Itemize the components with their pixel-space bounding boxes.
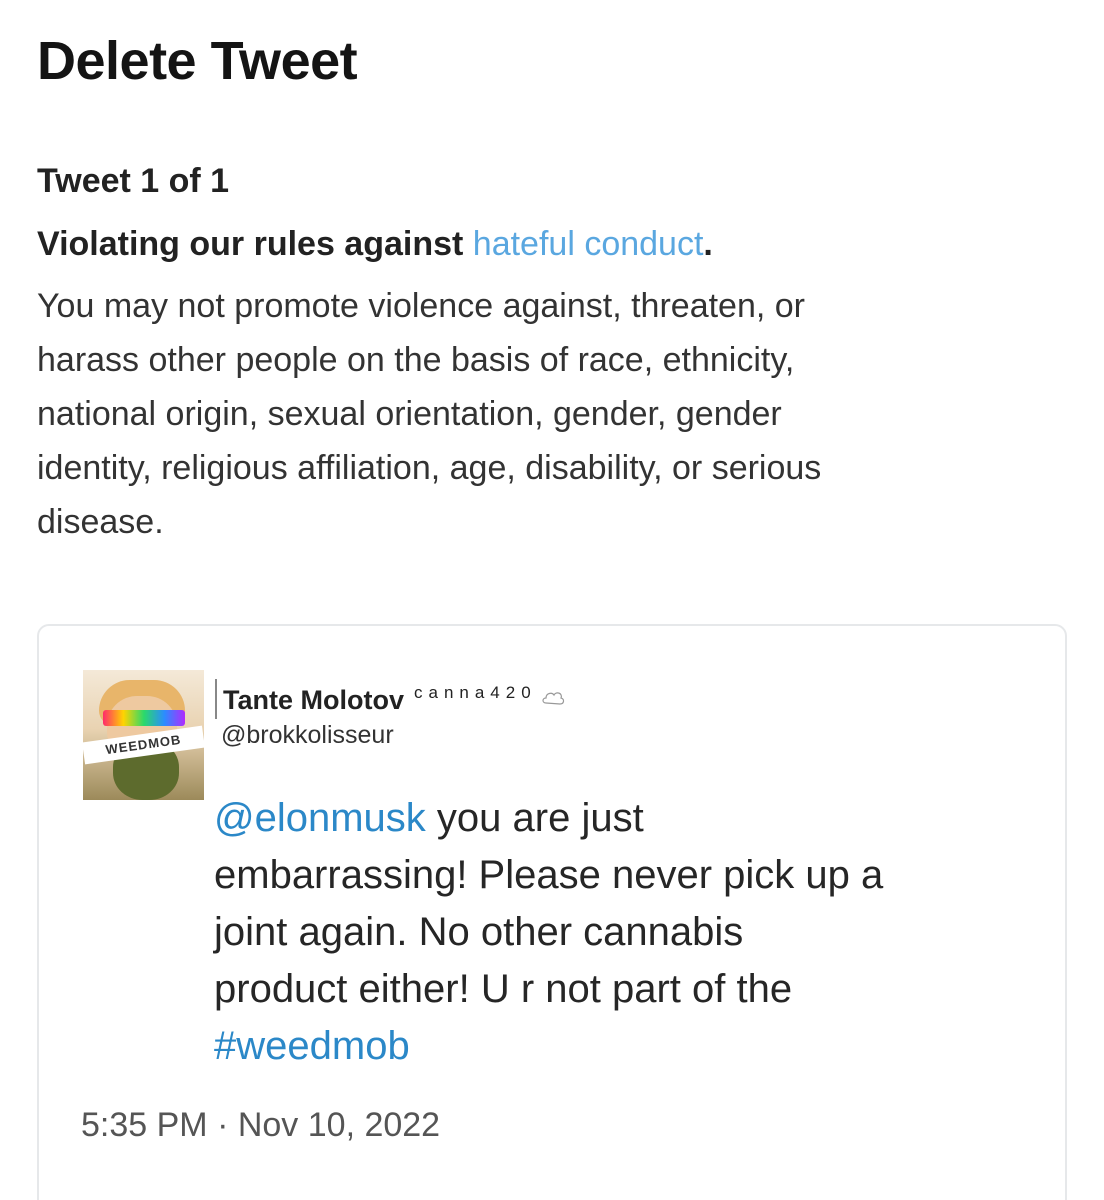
avatar[interactable]: WEEDMOB <box>83 670 204 800</box>
avatar-glasses <box>103 710 185 726</box>
rule-description: You may not promote violence against, th… <box>37 279 1037 549</box>
rule-prefix: Violating our rules against <box>37 225 473 263</box>
author-handle[interactable]: @brokkolisseur <box>221 721 394 750</box>
mention-link[interactable]: @elonmusk <box>214 796 426 840</box>
tweet-text: @elonmusk you are just embarrassing! Ple… <box>214 790 1044 1075</box>
rule-description-line: harass other people on the basis of race… <box>37 341 795 379</box>
hashtag-link[interactable]: #weedmob <box>214 1018 1044 1075</box>
author-name-row[interactable]: Tante Molotov canna420 <box>215 679 565 719</box>
rule-description-line: identity, religious affiliation, age, di… <box>37 449 822 487</box>
tweet-timestamp[interactable]: 5:35 PM · Nov 10, 2022 <box>81 1106 440 1145</box>
thought-cloud-icon <box>541 689 565 707</box>
display-name[interactable]: Tante Molotov <box>223 685 404 716</box>
tweet-counter: Tweet 1 of 1 <box>37 162 230 200</box>
tweet-text-line: joint again. No other cannabis <box>214 910 744 954</box>
rule-description-line: national origin, sexual orientation, gen… <box>37 395 782 433</box>
tweet-card[interactable]: WEEDMOB Tante Molotov canna420 @brokkoli… <box>37 624 1067 1200</box>
tweet-text-line: @elonmusk you are just <box>214 790 1044 847</box>
tweet-text-line: embarrassing! Please never pick up a <box>214 853 884 897</box>
delete-tweet-page: Delete Tweet Tweet 1 of 1 Violating our … <box>0 0 1104 1200</box>
display-name-suffix: canna420 <box>413 683 537 702</box>
rule-description-line: You may not promote violence against, th… <box>37 287 805 325</box>
page-title: Delete Tweet <box>37 31 358 91</box>
rule-suffix: . <box>703 225 713 263</box>
tweet-text-line: product either! U r not part of the <box>214 967 793 1011</box>
rule-heading: Violating our rules against hateful cond… <box>37 225 713 264</box>
tweet-text-fragment: you are just <box>425 796 644 840</box>
rule-description-line: disease. <box>37 503 164 541</box>
hateful-conduct-link[interactable]: hateful conduct <box>473 225 704 263</box>
